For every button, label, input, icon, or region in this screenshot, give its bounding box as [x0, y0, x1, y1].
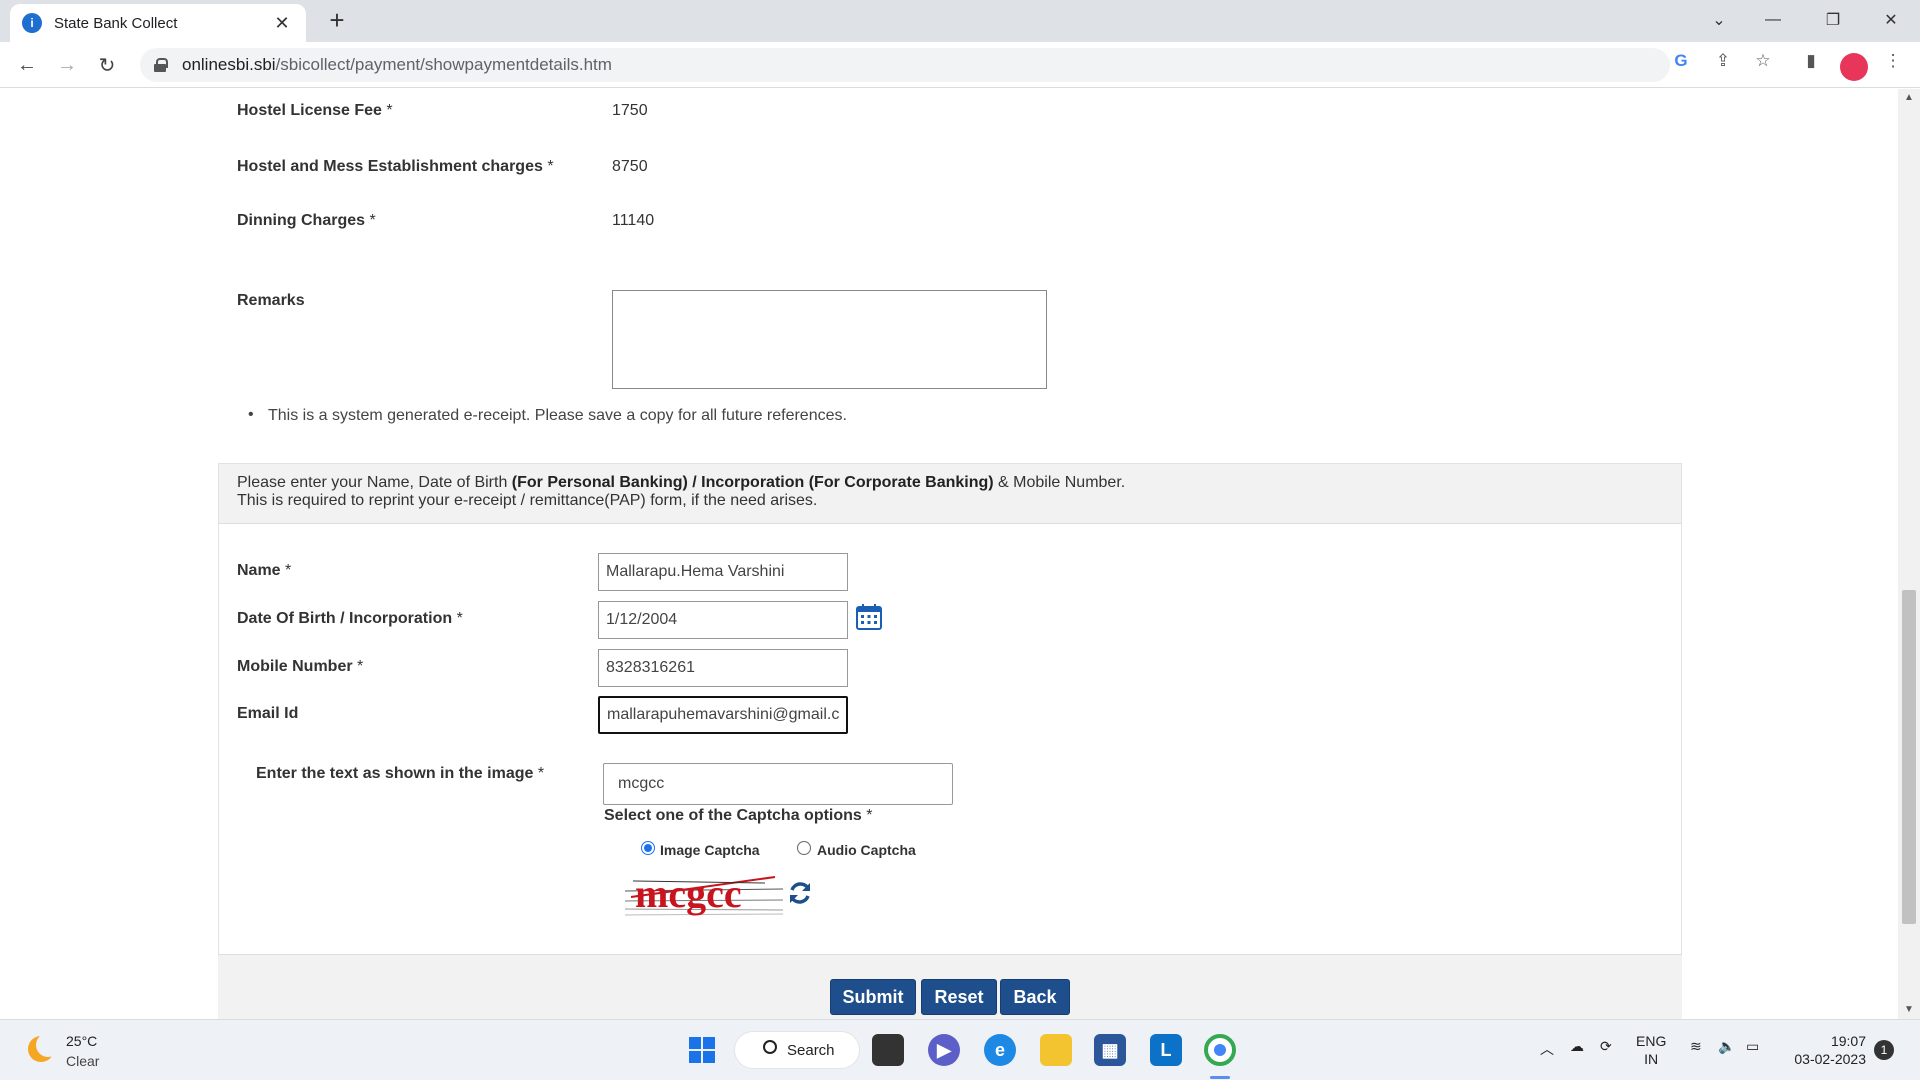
- captcha-input[interactable]: mcgcc: [603, 763, 953, 805]
- page-scrollbar[interactable]: ▲ ▼: [1898, 89, 1920, 1019]
- refresh-captcha-icon[interactable]: [786, 879, 814, 907]
- reset-button[interactable]: Reset: [921, 979, 997, 1015]
- restore-button[interactable]: ❐: [1810, 0, 1856, 40]
- dob-label: Date Of Birth / Incorporation *: [237, 610, 463, 627]
- submit-button[interactable]: Submit: [830, 979, 916, 1015]
- scrollbar-thumb[interactable]: [1902, 590, 1916, 924]
- name-label: Name *: [237, 562, 292, 579]
- side-panel-icon[interactable]: ▮: [1800, 50, 1822, 72]
- weather-moon-icon[interactable]: [28, 1033, 60, 1062]
- dob-input[interactable]: 1/12/2004: [598, 601, 848, 639]
- battery-icon[interactable]: ▭: [1746, 1038, 1759, 1055]
- back-button[interactable]: Back: [1000, 979, 1070, 1015]
- clock[interactable]: 19:07 03-02-2023: [1786, 1032, 1866, 1068]
- audio-captcha-label: Audio Captcha: [817, 842, 916, 858]
- edge-browser-icon[interactable]: e: [984, 1034, 1016, 1066]
- minimize-button[interactable]: —: [1750, 0, 1796, 40]
- scroll-up-arrow-icon[interactable]: ▲: [1898, 89, 1920, 107]
- bookmark-star-icon[interactable]: ☆: [1752, 50, 1774, 72]
- tab-search-chevron-icon[interactable]: ⌄: [1696, 0, 1742, 40]
- calendar-icon[interactable]: [855, 603, 883, 631]
- fee-value-hostel-license: 1750: [612, 102, 648, 119]
- reprint-info-header: Please enter your Name, Date of Birth (F…: [219, 464, 1681, 524]
- back-arrow-icon[interactable]: ←: [12, 50, 42, 80]
- weather-condition[interactable]: Clear: [66, 1053, 99, 1069]
- fee-label-hostel-mess: Hostel and Mess Establishment charges *: [237, 158, 554, 175]
- browser-tab-bar: i State Bank Collect ✕ + ⌄ — ❐ ✕: [0, 0, 1920, 42]
- mobile-label: Mobile Number *: [237, 658, 364, 675]
- reload-icon[interactable]: ↻: [92, 50, 122, 80]
- new-tab-button[interactable]: +: [322, 6, 352, 36]
- fee-label-hostel-license: Hostel License Fee *: [237, 102, 393, 119]
- audio-captcha-radio[interactable]: [797, 841, 811, 855]
- menu-kebab-icon[interactable]: ⋮: [1882, 50, 1904, 72]
- image-captcha-radio[interactable]: [641, 841, 655, 855]
- speaker-icon[interactable]: 🔈: [1718, 1038, 1735, 1055]
- lock-icon[interactable]: [154, 58, 168, 72]
- l-app-icon[interactable]: L: [1150, 1034, 1182, 1066]
- wifi-icon[interactable]: ≋: [1690, 1038, 1702, 1055]
- sbi-favicon-icon: i: [22, 13, 42, 33]
- share-icon[interactable]: ⇪: [1712, 50, 1734, 72]
- sync-icon[interactable]: ⟳: [1600, 1038, 1612, 1055]
- captcha-image: mcgcc: [625, 869, 783, 919]
- image-captcha-label: Image Captcha: [660, 842, 760, 858]
- tab-title: State Bank Collect: [54, 14, 178, 32]
- scroll-down-arrow-icon[interactable]: ▼: [1898, 1001, 1920, 1019]
- url-path: /sbicollect/payment/showpaymentdetails.h…: [275, 55, 612, 74]
- teams-chat-icon[interactable]: ▶: [928, 1034, 960, 1066]
- e-receipt-notice: This is a system generated e-receipt. Pl…: [248, 406, 847, 425]
- show-hidden-icons-chevron-icon[interactable]: ︿: [1540, 1039, 1554, 1059]
- notification-badge[interactable]: 1: [1874, 1040, 1894, 1060]
- chrome-browser-icon[interactable]: [1204, 1034, 1236, 1066]
- close-tab-icon[interactable]: ✕: [270, 13, 294, 34]
- search-icon: [763, 1040, 777, 1054]
- remarks-textarea[interactable]: [612, 290, 1047, 389]
- file-explorer-icon[interactable]: [1040, 1034, 1072, 1066]
- address-bar[interactable]: onlinesbi.sbi/sbicollect/payment/showpay…: [140, 48, 1670, 82]
- windows-start-icon[interactable]: [686, 1034, 718, 1066]
- reprint-details-panel: Please enter your Name, Date of Birth (F…: [218, 463, 1682, 963]
- url-domain: onlinesbi.sbi: [182, 55, 276, 74]
- close-window-button[interactable]: ✕: [1868, 0, 1914, 40]
- browser-toolbar: ← → ↻ onlinesbi.sbi/sbicollect/payment/s…: [0, 42, 1920, 88]
- forward-arrow-icon[interactable]: →: [52, 50, 82, 80]
- email-label: Email Id: [237, 705, 299, 722]
- onedrive-cloud-icon[interactable]: ☁: [1570, 1038, 1584, 1055]
- task-view-icon[interactable]: [872, 1034, 904, 1066]
- windows-taskbar: 25°C Clear Search ▶ e ▦ L ︿ ☁ ⟳ ENG IN ≋ …: [0, 1019, 1920, 1080]
- browser-tab[interactable]: i State Bank Collect ✕: [10, 4, 306, 42]
- google-icon[interactable]: G: [1670, 50, 1692, 72]
- language-indicator[interactable]: ENG IN: [1636, 1032, 1666, 1068]
- captcha-input-label: Enter the text as shown in the image *: [256, 765, 545, 782]
- weather-temperature[interactable]: 25°C: [66, 1033, 97, 1049]
- email-input[interactable]: mallarapuhemavarshini@gmail.c: [598, 696, 848, 734]
- remarks-label: Remarks: [237, 292, 305, 309]
- taskbar-search[interactable]: Search: [734, 1031, 860, 1069]
- name-input[interactable]: Mallarapu.Hema Varshini: [598, 553, 848, 591]
- mobile-input[interactable]: 8328316261: [598, 649, 848, 687]
- fee-label-dinning: Dinning Charges *: [237, 212, 376, 229]
- taskbar-search-label: Search: [787, 1041, 835, 1059]
- captcha-options-label: Select one of the Captcha options *: [604, 807, 873, 824]
- fee-value-dinning: 11140: [612, 212, 655, 229]
- active-app-indicator: [1210, 1076, 1230, 1079]
- microsoft-store-icon[interactable]: ▦: [1094, 1034, 1126, 1066]
- profile-avatar[interactable]: [1840, 53, 1868, 81]
- fee-value-hostel-mess: 8750: [612, 158, 648, 175]
- page-content: Hostel License Fee * 1750 Hostel and Mes…: [0, 89, 1898, 1019]
